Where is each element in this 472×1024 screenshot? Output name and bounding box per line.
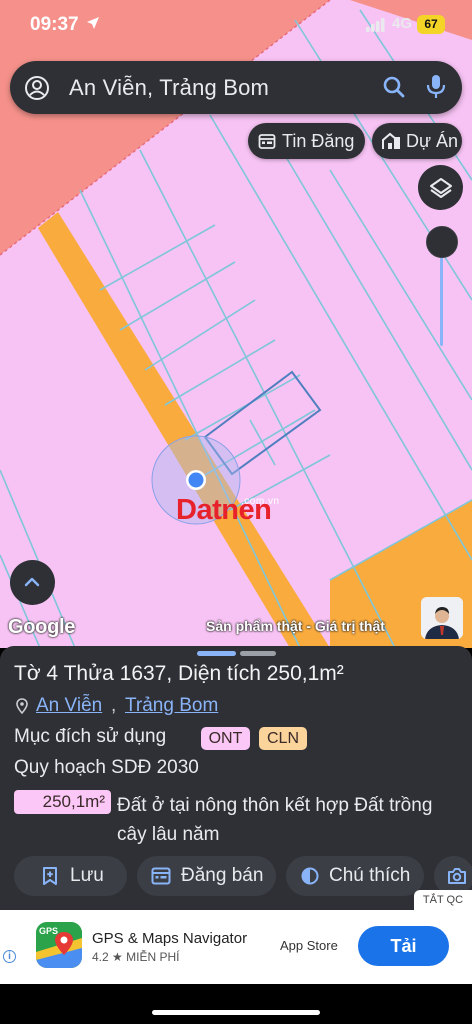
save-button-label: Lưu xyxy=(70,865,104,886)
calendar-list-icon xyxy=(151,867,171,885)
chevron-up-icon xyxy=(24,577,40,587)
agent-avatar[interactable] xyxy=(421,597,463,639)
save-button[interactable]: Lưu xyxy=(14,856,127,896)
legend-button-label: Chú thích xyxy=(329,865,411,886)
ad-app-name: GPS & Maps Navigator xyxy=(92,930,248,947)
ad-close-button[interactable]: TẮT QC xyxy=(414,890,472,910)
chip-tin-dang[interactable]: Tin Đăng xyxy=(248,123,365,159)
layers-icon xyxy=(430,178,452,198)
tag-cln: CLN xyxy=(259,727,307,750)
chip-tin-dang-label: Tin Đăng xyxy=(282,131,355,151)
expand-sheet-button[interactable] xyxy=(10,560,55,605)
gps-app-logo-icon: GPS xyxy=(36,922,82,968)
location-pin-icon xyxy=(16,698,28,714)
sheet-handle-active[interactable] xyxy=(197,651,236,656)
agent-photo-icon xyxy=(421,597,463,639)
orange-strip xyxy=(38,212,330,648)
land-use-purpose-label: Mục đích sử dụng xyxy=(14,726,167,747)
building-icon xyxy=(382,132,400,149)
calendar-icon xyxy=(258,134,276,149)
signal-icon xyxy=(366,18,385,32)
land-description: Đất ở tại nông thôn kết hợp Đất trồng câ… xyxy=(117,795,433,845)
ad-install-button[interactable]: Tải xyxy=(358,926,449,966)
area-badge: 250,1m² xyxy=(14,790,111,814)
google-attribution: Google xyxy=(8,616,76,638)
status-time: 09:37 xyxy=(30,14,79,35)
post-sale-button-label: Đăng bán xyxy=(181,865,264,886)
watermark-domain: .com.vn xyxy=(241,496,280,507)
district-link[interactable]: Trảng Bom xyxy=(125,695,218,717)
map-view[interactable]: Datnen .com.vn 09:37 4G 67 An Viễn, Trản… xyxy=(0,0,472,648)
microphone-icon[interactable] xyxy=(426,74,446,100)
tagline: Sản phẩm thật - Giá trị thật xyxy=(206,618,385,634)
location-separator: , xyxy=(111,695,117,716)
home-indicator[interactable] xyxy=(152,1010,320,1015)
opacity-slider-handle[interactable] xyxy=(426,226,458,258)
ad-app-rating: 4.2 ★ MIỄN PHÍ xyxy=(92,950,180,964)
ad-info-icon[interactable]: i xyxy=(3,950,16,963)
parcel-title: Tờ 4 Thửa 1637, Diện tích 250,1m² xyxy=(14,662,344,685)
account-icon[interactable] xyxy=(24,75,50,101)
ad-app-icon[interactable]: GPS xyxy=(36,922,82,968)
ad-app-icon-label: GPS xyxy=(39,926,58,936)
legend-button[interactable]: Chú thích xyxy=(286,856,424,896)
location-arrow-icon xyxy=(87,17,99,29)
contrast-icon xyxy=(301,867,319,885)
search-bar[interactable]: An Viễn, Trảng Bom xyxy=(10,61,462,114)
ad-store-label: App Store xyxy=(280,938,338,953)
tag-ont: ONT xyxy=(201,727,250,750)
status-bar: 09:37 4G 67 xyxy=(0,0,472,50)
post-sale-button[interactable]: Đăng bán xyxy=(137,856,276,896)
commune-link[interactable]: An Viễn xyxy=(36,695,102,717)
chip-du-an[interactable]: Dự Án xyxy=(372,123,462,159)
parcel-info-sheet[interactable]: Tờ 4 Thửa 1637, Diện tích 250,1m² An Viễ… xyxy=(0,646,472,910)
network-type: 4G xyxy=(392,15,413,32)
bookmark-add-icon xyxy=(43,867,57,885)
chip-du-an-label: Dự Án xyxy=(406,131,459,151)
sheet-handle[interactable] xyxy=(240,651,276,656)
land-use-plan-label: Quy hoạch SDĐ 2030 xyxy=(14,757,199,778)
opacity-slider-track[interactable] xyxy=(440,246,443,346)
camera-icon xyxy=(448,868,466,884)
search-input[interactable]: An Viễn, Trảng Bom xyxy=(69,75,269,101)
battery-indicator: 67 xyxy=(417,15,445,34)
ad-banner[interactable]: TẮT QC i GPS GPS & Maps Navigator 4.2 ★ … xyxy=(0,890,472,984)
search-icon[interactable] xyxy=(382,75,406,99)
layers-button[interactable] xyxy=(418,165,463,210)
